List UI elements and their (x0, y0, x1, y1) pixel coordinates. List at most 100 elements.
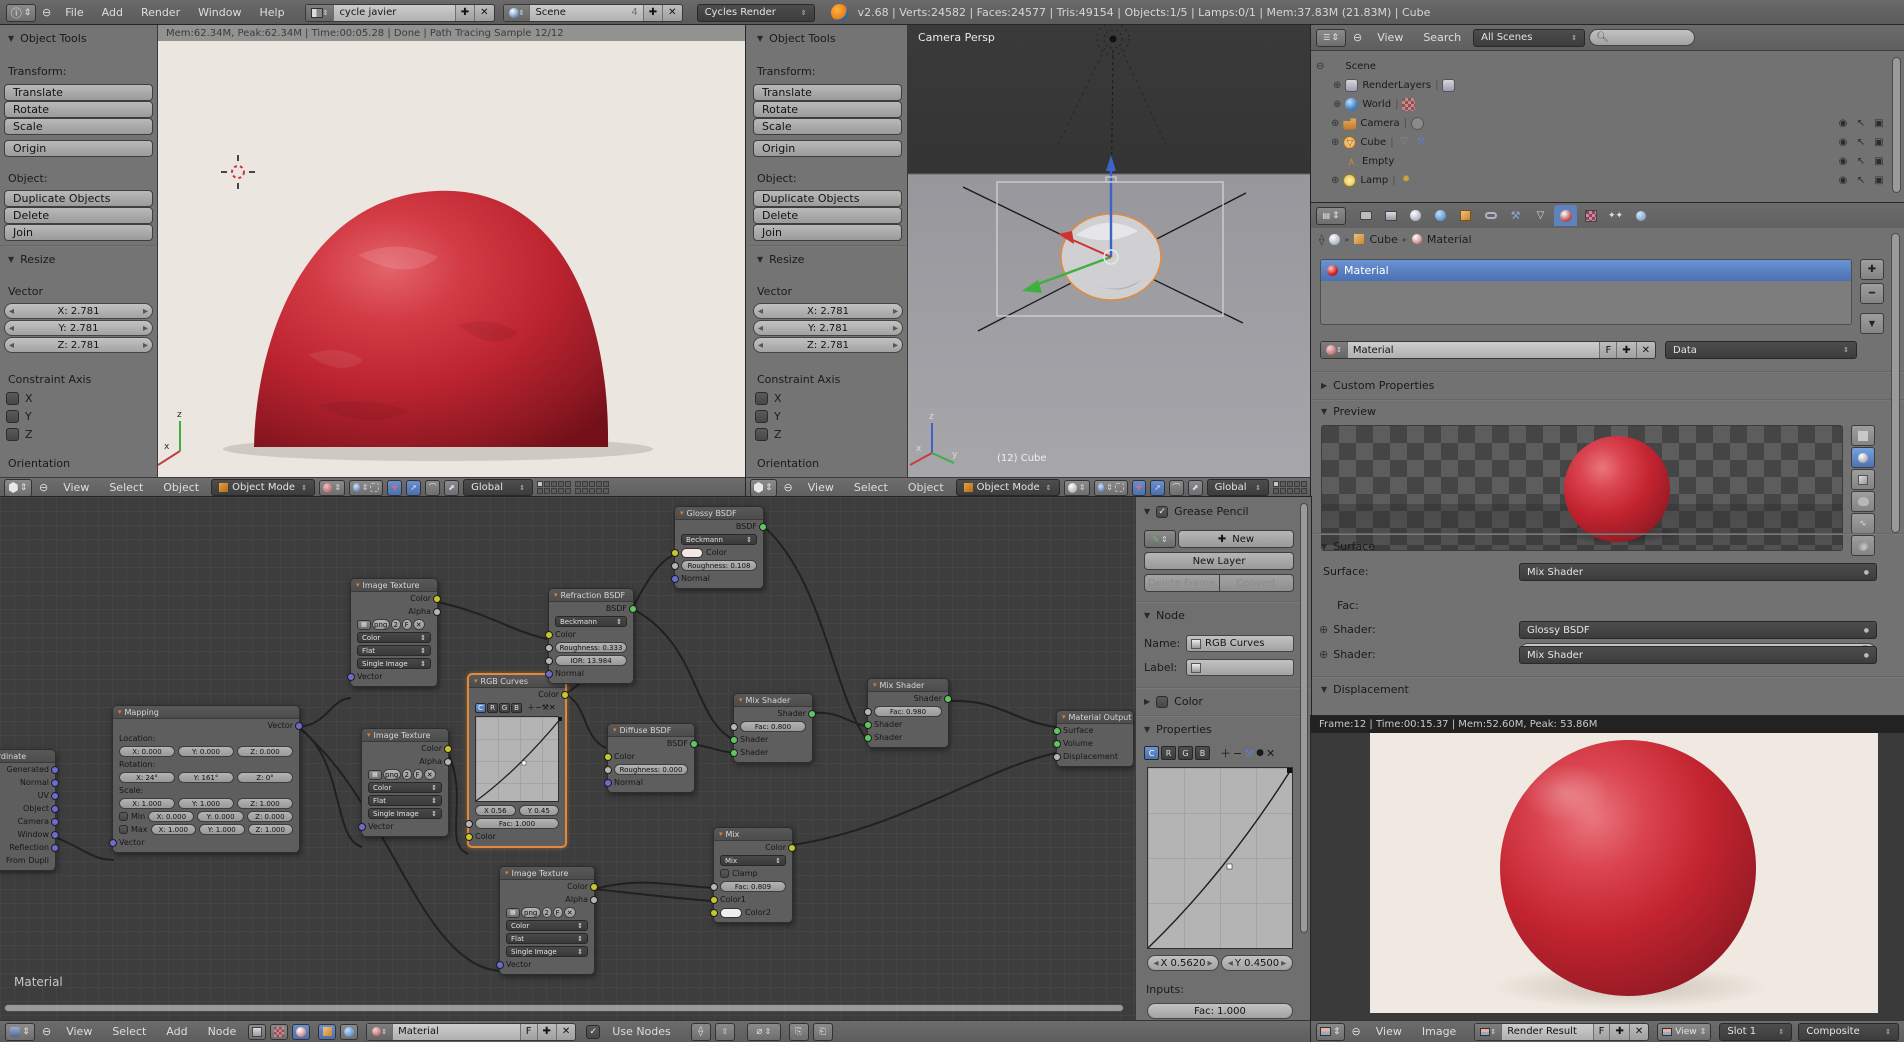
node-menu[interactable]: Node (200, 1025, 245, 1038)
source-select[interactable]: Single Image⇕ (506, 946, 588, 957)
layer-grid-1[interactable] (1273, 481, 1307, 494)
node-glossy-bsdf[interactable]: ▾Glossy BSDF BSDF Beckmann⇕ Color Roughn… (674, 506, 764, 589)
socket-bsdf-out[interactable] (690, 740, 698, 748)
socket-volume-in[interactable] (1053, 740, 1061, 748)
mode-select[interactable]: Object Mode⇕ (211, 479, 315, 496)
origin-button[interactable]: Origin (753, 140, 902, 157)
collapse-icon[interactable]: ⊖ (1349, 1025, 1364, 1038)
socket-vector-out[interactable] (295, 722, 303, 730)
collapse-icon[interactable]: ⊖ (38, 6, 55, 19)
socket-alpha-out[interactable] (444, 758, 452, 766)
projection-select[interactable]: Flat⇕ (357, 645, 431, 656)
image-name-field[interactable]: Render Result (1501, 1024, 1592, 1040)
fake-user-button[interactable]: F (520, 1024, 537, 1040)
curve-clipping-icon[interactable]: ● (1256, 748, 1264, 758)
socket-roughness-in[interactable] (545, 644, 553, 652)
input-fac-field[interactable]: Fac: 1.000 (1147, 1003, 1293, 1019)
mapping-scale-z[interactable]: Z: 1.000 (237, 798, 293, 809)
view-menu[interactable]: View (55, 481, 97, 494)
viewport-shading-select[interactable]: ⇕ (1064, 480, 1090, 496)
screen-close-button[interactable]: ✕ (474, 5, 493, 21)
color-space-select[interactable]: Color⇕ (368, 782, 442, 793)
outliner-item-renderlayers[interactable]: ⊕ RenderLayers | (1333, 76, 1886, 94)
fac-field[interactable]: Fac: 1.000 (475, 818, 559, 829)
node-image-texture-2[interactable]: ▾Image Texture Color Alpha ▦png2F✕ Color… (361, 728, 449, 837)
manipulator-translate-icon[interactable]: ➚ (406, 480, 421, 496)
screen-layout-icon[interactable]: ⇕ (306, 5, 334, 21)
source-select[interactable]: Single Image⇕ (368, 808, 442, 819)
mapping-rot-y[interactable]: Y: 161° (178, 772, 234, 783)
channel-r-button[interactable]: R (487, 703, 498, 713)
clamp-checkbox[interactable] (720, 869, 729, 878)
mapping-max-z[interactable]: Z: 1.000 (248, 824, 293, 835)
pivot-select[interactable]: ⇕ (1094, 480, 1128, 496)
socket-shader2-in[interactable] (730, 749, 738, 757)
browse-material-icon[interactable]: ⇕ (1321, 342, 1347, 358)
scale-button[interactable]: Scale (4, 118, 153, 135)
distribution-select[interactable]: Beckmann⇕ (555, 616, 627, 627)
source-select[interactable]: Single Image⇕ (357, 658, 431, 669)
projection-select[interactable]: Flat⇕ (506, 933, 588, 944)
viewport-middle[interactable]: ▼Object Tools Transform: Translate Rotat… (746, 25, 1311, 497)
socket-normal-in[interactable] (545, 670, 553, 678)
socket-vector-in[interactable] (109, 839, 117, 847)
visibility-toggle[interactable]: ◉ (1836, 175, 1850, 186)
scene-close-button[interactable]: ✕ (662, 5, 681, 21)
origin-button[interactable]: Origin (4, 140, 153, 157)
expand-icon[interactable]: ⊕ (1331, 118, 1339, 129)
orientation-select[interactable]: Global⇕ (463, 479, 533, 496)
outliner-item-camera[interactable]: ⊕ Camera | ◉ ↖ ▣ (1331, 114, 1886, 132)
manipulator-rotate-icon[interactable]: ⌒ (1169, 480, 1184, 496)
rendered-view[interactable]: zx Mem:62.34M, Peak:62.34M | Time:00:05.… (158, 25, 746, 477)
snap-select[interactable]: ⌀⇕ (747, 1023, 781, 1041)
socket-color-in[interactable] (671, 549, 679, 557)
outliner-search-menu[interactable]: Search (1415, 31, 1469, 44)
constraint-z[interactable]: Z (6, 428, 33, 441)
socket-shader-out[interactable] (808, 710, 816, 718)
shader1-select[interactable]: Glossy BSDF● (1519, 621, 1877, 639)
material-datablock[interactable]: ⇕ Material F ✚ ✕ (366, 1023, 576, 1041)
channel-c-button[interactable]: C (475, 703, 486, 713)
browse-material-icon[interactable]: ⇕ (367, 1024, 392, 1040)
image-add-button[interactable]: ✚ (1609, 1024, 1628, 1040)
material-unlink-button[interactable]: ✕ (1636, 342, 1655, 358)
socket-color-out[interactable] (444, 745, 452, 753)
editor-type-outliner-icon[interactable]: ☰⇕ (1316, 29, 1346, 47)
mapping-loc-y[interactable]: Y: 0.000 (178, 746, 234, 757)
color-checkbox[interactable] (1156, 696, 1168, 708)
socket-color-out[interactable] (788, 844, 796, 852)
node-label-field[interactable] (1186, 659, 1294, 676)
socket-vector-in[interactable] (358, 823, 366, 831)
material-slot-list[interactable]: Material (1320, 259, 1852, 325)
tab-constraints[interactable] (1479, 205, 1502, 226)
new-layer-button[interactable]: New Layer (1144, 552, 1294, 570)
menu-file[interactable]: File (57, 6, 91, 19)
channel-b-button[interactable]: B (511, 703, 522, 713)
socket-bsdf-out[interactable] (759, 523, 767, 531)
tab-modifiers[interactable]: ⚒ (1504, 205, 1527, 226)
panel-object-tools[interactable]: ▼Object Tools (8, 32, 87, 45)
expand-icon[interactable]: ⊕ (1331, 137, 1339, 148)
socket-reflection-out[interactable] (51, 844, 59, 852)
convert-button[interactable]: Convert (1220, 574, 1295, 592)
rotate-button[interactable]: Rotate (4, 101, 153, 118)
mapping-min-z[interactable]: Z: 0.000 (247, 811, 293, 822)
duplicate-objects-button[interactable]: Duplicate Objects (4, 190, 153, 207)
node-name-field[interactable]: RGB Curves (1186, 635, 1294, 652)
outliner-item-world[interactable]: ⊕ World | (1333, 95, 1886, 113)
fac-field[interactable]: Fac: 0.980 (874, 706, 942, 717)
unlink-button[interactable]: ✕ (564, 907, 576, 918)
preview-hair-button[interactable]: ∿ (1851, 513, 1875, 534)
socket-color-in[interactable] (604, 753, 612, 761)
mapping-scale-y[interactable]: Y: 1.000 (178, 798, 234, 809)
solid-view[interactable]: zxy Camera Persp (12) Cube (908, 25, 1311, 477)
constraint-y[interactable]: Y (755, 410, 781, 423)
mode-select[interactable]: Object Mode⇕ (956, 479, 1060, 496)
roughness-field[interactable]: Roughness: 0.000 (614, 764, 688, 775)
roughness-field[interactable]: Roughness: 0.108 (681, 560, 757, 571)
browse-image-icon[interactable]: ⇕ (1475, 1024, 1501, 1040)
mapping-min-x[interactable]: X: 0.000 (148, 811, 194, 822)
parent-tree-icon[interactable]: ⇧ (715, 1023, 735, 1041)
color-space-select[interactable]: Color⇕ (357, 632, 431, 643)
layer-grid-1[interactable] (537, 481, 571, 494)
